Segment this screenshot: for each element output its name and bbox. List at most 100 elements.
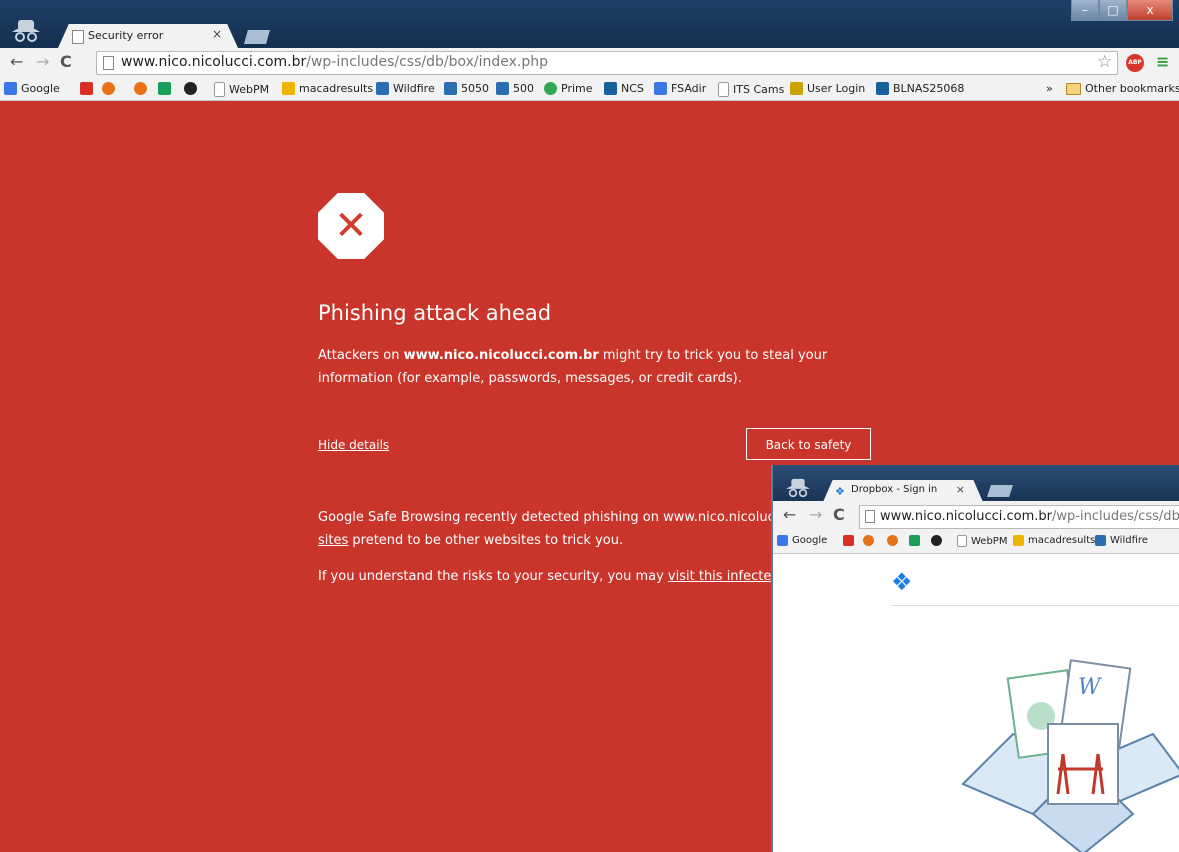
- url-host: www.nico.nicolucci.com.br: [121, 54, 307, 70]
- header-divider: [891, 605, 1179, 606]
- gmail-icon: [80, 82, 93, 95]
- tab-title: Security error: [88, 29, 164, 42]
- bookmarks-overflow-button[interactable]: »: [1046, 82, 1053, 95]
- bookmark-macadresults[interactable]: macadresults: [1013, 535, 1095, 546]
- close-window-button[interactable]: x: [1127, 0, 1173, 21]
- svg-text:W: W: [1078, 675, 1103, 700]
- dropbox-favicon: ❖: [835, 485, 845, 498]
- bookmark-icon-3[interactable]: [184, 82, 197, 95]
- bookmark-icon-1[interactable]: [102, 82, 115, 95]
- gauge-icon: [102, 82, 115, 95]
- title-bar: Security error × – □ x: [0, 0, 1179, 48]
- popup-address-bar[interactable]: www.nico.nicolucci.com.br/wp-includes/cs…: [859, 505, 1179, 529]
- bookmark-fsadir[interactable]: FSAdir: [654, 82, 706, 95]
- url-text: www.nico.nicolucci.com.br/wp-includes/cs…: [121, 54, 548, 70]
- document-icon: [214, 82, 225, 97]
- visit-infected-site-link[interactable]: visit this infected site: [668, 569, 773, 584]
- forward-button[interactable]: →: [36, 52, 49, 71]
- address-bar[interactable]: www.nico.nicolucci.com.br/wp-includes/cs…: [96, 51, 1118, 75]
- safe-browsing-details: Google Safe Browsing recently detected p…: [318, 510, 778, 548]
- bookmark-prime[interactable]: Prime: [544, 82, 593, 95]
- bookmark-webpm[interactable]: WebPM: [957, 535, 1007, 547]
- bookmark-ncs[interactable]: NCS: [604, 82, 644, 95]
- user-icon: [790, 82, 803, 95]
- folder-icon: [1066, 82, 1081, 95]
- page-info-icon[interactable]: [103, 56, 114, 70]
- dropbox-logo-icon[interactable]: ❖: [891, 568, 913, 596]
- document-icon: [72, 30, 84, 44]
- incognito-icon: [786, 478, 810, 498]
- page-info-icon[interactable]: [865, 510, 875, 523]
- bookmark-gmail[interactable]: [80, 82, 93, 95]
- new-tab-button[interactable]: [244, 30, 270, 44]
- gauge-icon: [134, 82, 147, 95]
- drive-icon: [158, 82, 171, 95]
- chart-icon: [376, 82, 389, 95]
- bookmark-icon-1[interactable]: [863, 535, 874, 546]
- gmail-icon: [843, 535, 854, 546]
- circle-icon: [931, 535, 942, 546]
- cisco-icon: [604, 82, 617, 95]
- bookmark-google[interactable]: Google: [4, 82, 60, 95]
- popup-browser-window: ❖ Dropbox - Sign in × ← → C www.nico.nic…: [771, 465, 1179, 852]
- tab-close-button[interactable]: ×: [212, 27, 222, 41]
- bookmark-star-icon[interactable]: ☆: [1097, 52, 1112, 72]
- bookmark-5050[interactable]: 5050: [444, 82, 489, 95]
- google-icon: [4, 82, 17, 95]
- hide-details-link[interactable]: Hide details: [318, 438, 389, 452]
- gauge-icon: [887, 535, 898, 546]
- other-bookmarks[interactable]: Other bookmarks: [1066, 82, 1179, 95]
- google-icon: [777, 535, 788, 546]
- bookmark-drive[interactable]: [158, 82, 171, 95]
- bookmark-user-login[interactable]: User Login: [790, 82, 865, 95]
- bookmark-500[interactable]: 500: [496, 82, 534, 95]
- proceed-text: If you understand the risks to your secu…: [318, 569, 773, 584]
- toolbar: ← → C www.nico.nicolucci.com.br/wp-inclu…: [0, 48, 1179, 78]
- phishing-sites-link[interactable]: sites: [318, 533, 348, 548]
- chrome-menu-icon[interactable]: ≡: [1156, 52, 1169, 71]
- reload-button[interactable]: C: [833, 505, 845, 524]
- dropbox-page: ❖ W: [773, 554, 1179, 852]
- forward-button[interactable]: →: [809, 505, 822, 524]
- new-tab-button[interactable]: [987, 485, 1013, 497]
- dsm-icon: [876, 82, 889, 95]
- minimize-button[interactable]: –: [1071, 0, 1099, 21]
- chart-icon: [496, 82, 509, 95]
- dropbox-illustration: W: [961, 659, 1179, 852]
- bookmark-macadresults[interactable]: macadresults: [282, 82, 373, 95]
- bookmark-wildfire[interactable]: Wildfire: [376, 82, 435, 95]
- reload-button[interactable]: C: [60, 52, 72, 71]
- incognito-icon: [12, 20, 40, 42]
- back-to-safety-button[interactable]: Back to safety: [746, 428, 871, 460]
- maximize-button[interactable]: □: [1099, 0, 1127, 21]
- document-icon: [718, 82, 729, 97]
- bookmark-wildfire[interactable]: Wildfire: [1095, 535, 1148, 546]
- tab-dropbox-sign-in[interactable]: ❖ Dropbox - Sign in ×: [823, 480, 983, 502]
- bookmark-webpm[interactable]: WebPM: [214, 82, 269, 97]
- bookmark-google[interactable]: Google: [777, 535, 827, 546]
- plus-icon: [282, 82, 295, 95]
- window-controls: – □ x: [1071, 0, 1173, 22]
- bookmark-icon-2[interactable]: [887, 535, 898, 546]
- bookmark-drive[interactable]: [909, 535, 920, 546]
- bookmark-icon-2[interactable]: [134, 82, 147, 95]
- bookmark-blnas[interactable]: BLNAS25068: [876, 82, 964, 95]
- chart-icon: [444, 82, 457, 95]
- back-button[interactable]: ←: [783, 505, 796, 524]
- bookmark-icon-3[interactable]: [931, 535, 942, 546]
- bookmark-its-cams[interactable]: ITS Cams: [718, 82, 784, 97]
- gauge-icon: [863, 535, 874, 546]
- tab-title: Dropbox - Sign in: [851, 484, 938, 495]
- plus-icon: [1013, 535, 1024, 546]
- prime-icon: [544, 82, 557, 95]
- url-path: /wp-includes/css/db/box/index.php: [306, 54, 549, 70]
- tab-close-button[interactable]: ×: [956, 483, 965, 496]
- back-button[interactable]: ←: [10, 52, 23, 71]
- popup-title-bar: ❖ Dropbox - Sign in ×: [773, 465, 1179, 502]
- warning-description: Attackers on www.nico.nicolucci.com.br m…: [318, 348, 828, 386]
- tab-security-error[interactable]: Security error ×: [58, 24, 238, 48]
- google-icon: [654, 82, 667, 95]
- popup-bookmarks-bar: Google WebPM macadresults Wildfire: [773, 531, 1179, 554]
- adblock-plus-icon[interactable]: ABP: [1126, 54, 1144, 72]
- bookmark-gmail[interactable]: [843, 535, 854, 546]
